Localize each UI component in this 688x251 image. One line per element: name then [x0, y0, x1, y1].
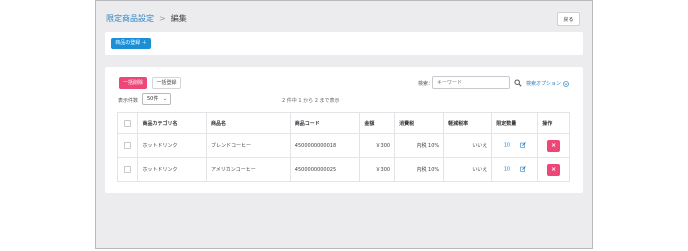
cell-actions: ×: [537, 157, 570, 182]
page-size-value: 50件: [147, 96, 159, 102]
product-table: 商品カテゴリ名 商品名 商品コード 金額 消費税 軽減税率 限定数量 操作 ホッ…: [116, 112, 570, 182]
cell-tax: 内税 10%: [394, 133, 445, 158]
chevron-down-icon: ⌄: [162, 96, 167, 102]
cell-code: 4500000000025: [289, 157, 361, 182]
cell-code: 4500000000018: [289, 133, 361, 158]
select-all-cell: [116, 112, 139, 134]
cell-name: アメリカンコーヒー: [205, 157, 291, 182]
column-header-category[interactable]: 商品カテゴリ名: [137, 112, 207, 134]
cell-category: ホットドリンク: [137, 157, 207, 182]
product-list-panel: 一括削除 一括登録 表示件数 50件 ⌄ 2 件中 1 から 2 まで表示 検索…: [105, 67, 583, 193]
column-header-actions: 操作: [537, 112, 570, 134]
breadcrumb-parent-link[interactable]: 限定商品設定: [106, 13, 154, 24]
circle-chevron-down-icon: [563, 80, 569, 87]
select-all-checkbox[interactable]: [124, 119, 132, 127]
search-options-link[interactable]: 検索オプション: [526, 80, 569, 87]
bulk-register-button[interactable]: 一括登録: [152, 77, 181, 89]
breadcrumb-current: 編集: [170, 13, 187, 23]
cell-tax: 内税 10%: [394, 157, 445, 182]
breadcrumb-separator: >: [159, 13, 166, 23]
cell-name: ブレンドコーヒー: [205, 133, 291, 158]
row-checkbox[interactable]: [124, 166, 132, 173]
count-label: 表示件数: [118, 98, 139, 104]
cell-reduced-tax: いいえ: [443, 157, 493, 182]
app-window: 限定商品設定 > 編集 戻る 商品の登録 ＋ 一括削除 一括登録 表示件数 50…: [95, 0, 593, 249]
cell-actions: ×: [537, 133, 570, 158]
column-header-name[interactable]: 商品名: [205, 112, 291, 134]
bulk-delete-button[interactable]: 一括削除: [119, 77, 147, 89]
page-size-select[interactable]: 50件 ⌄: [142, 93, 171, 105]
column-header-code[interactable]: 商品コード: [289, 112, 361, 134]
edit-icon[interactable]: [519, 142, 526, 148]
cell-limit: 10: [491, 157, 539, 182]
close-icon: ×: [551, 141, 557, 149]
table-row: ホットドリンク アメリカンコーヒー 4500000000025 ￥300 内税 …: [116, 157, 570, 182]
limit-value[interactable]: 10: [504, 167, 510, 173]
search-icon[interactable]: [514, 79, 522, 87]
search-input[interactable]: [432, 76, 510, 89]
row-select-cell: [116, 157, 139, 182]
delete-row-button[interactable]: ×: [547, 139, 561, 152]
search-options-label: 検索オプション: [526, 81, 562, 87]
cell-price: ￥300: [359, 157, 396, 182]
table-header-row: 商品カテゴリ名 商品名 商品コード 金額 消費税 軽減税率 限定数量 操作: [116, 112, 570, 134]
close-icon: ×: [551, 165, 557, 173]
column-header-limit[interactable]: 限定数量: [491, 112, 539, 134]
cell-reduced-tax: いいえ: [443, 133, 493, 158]
row-select-cell: [116, 133, 139, 158]
cell-category: ホットドリンク: [137, 133, 207, 158]
column-header-reduced-tax[interactable]: 軽減税率: [443, 112, 493, 134]
cell-limit: 10: [491, 133, 539, 158]
register-product-button[interactable]: 商品の登録 ＋: [111, 38, 151, 49]
column-header-price[interactable]: 金額: [359, 112, 396, 134]
row-checkbox[interactable]: [124, 142, 132, 149]
column-header-tax[interactable]: 消費税: [394, 112, 445, 134]
range-info: 2 件中 1 から 2 まで表示: [282, 98, 340, 104]
limit-value[interactable]: 10: [504, 143, 510, 149]
delete-row-button[interactable]: ×: [547, 163, 561, 176]
cell-price: ￥300: [359, 133, 396, 158]
search-label: 検索：: [418, 81, 434, 87]
table-row: ホットドリンク ブレンドコーヒー 4500000000018 ￥300 内税 1…: [116, 133, 570, 158]
edit-icon[interactable]: [519, 166, 526, 172]
back-button[interactable]: 戻る: [557, 12, 580, 26]
actions-panel: 商品の登録 ＋: [105, 32, 583, 55]
breadcrumb: 限定商品設定 > 編集: [106, 12, 187, 24]
